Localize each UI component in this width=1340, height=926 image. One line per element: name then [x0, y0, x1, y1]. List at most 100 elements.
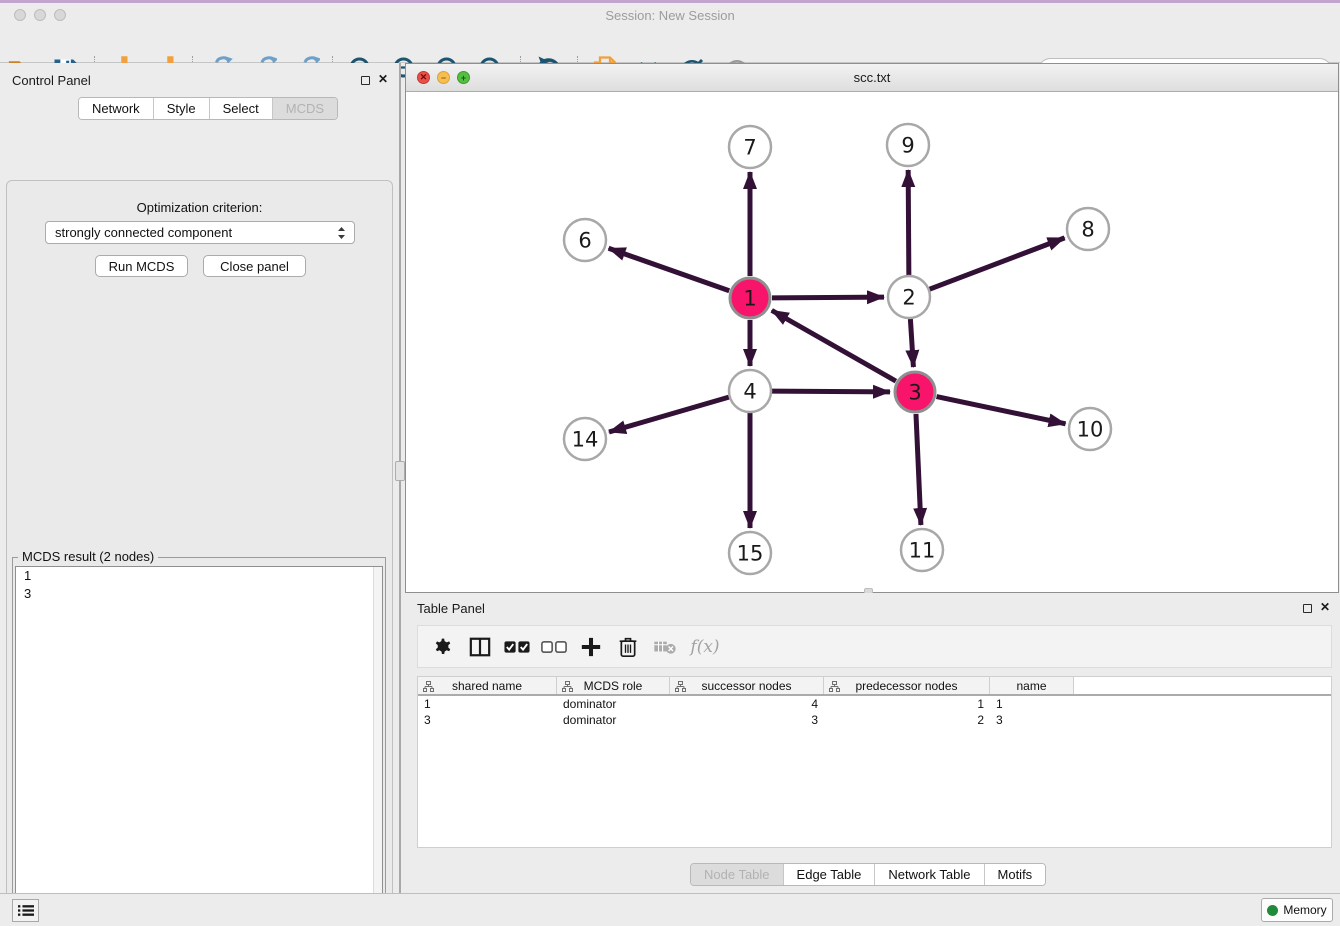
network-canvas[interactable]: 7 9 6 8 1 2 4 3 14 10 15 11	[406, 92, 1338, 592]
graph-node-2[interactable]: 2	[888, 276, 930, 318]
table-tab-motifs[interactable]: Motifs	[985, 864, 1046, 885]
svg-text:1: 1	[743, 287, 756, 311]
table-cell[interactable]: 3	[990, 712, 1074, 728]
float-panel-icon[interactable]	[358, 73, 372, 87]
graph-node-6[interactable]: 6	[564, 219, 606, 261]
svg-text:7: 7	[743, 136, 756, 160]
graph-edge-2-8[interactable]	[930, 238, 1065, 289]
close-table-panel-icon[interactable]: ✕	[1318, 600, 1332, 614]
table-cell[interactable]: 4	[670, 696, 824, 712]
svg-text:14: 14	[572, 428, 599, 452]
svg-text:11: 11	[909, 539, 936, 563]
control-panel: Control Panel ✕ NetworkStyleSelectMCDS O…	[0, 63, 399, 893]
svg-text:4: 4	[743, 380, 756, 404]
graph-node-3[interactable]: 3	[895, 372, 935, 412]
graph-node-9[interactable]: 9	[887, 124, 929, 166]
control-panel-tabs: NetworkStyleSelectMCDS	[78, 97, 338, 120]
svg-text:2: 2	[902, 286, 915, 310]
deselect-all-columns-icon[interactable]	[535, 630, 572, 664]
table-cell[interactable]: dominator	[557, 696, 670, 712]
close-panel-button[interactable]: Close panel	[203, 255, 306, 277]
table-cell[interactable]: 3	[670, 712, 824, 728]
column-header-successor-nodes[interactable]: successor nodes	[670, 677, 824, 694]
graph-edge-3-1[interactable]	[772, 310, 896, 381]
table-panel-title: Table Panel	[417, 601, 485, 616]
table-settings-icon[interactable]	[424, 630, 461, 664]
mcds-result-title: MCDS result (2 nodes)	[18, 549, 158, 564]
main-toolbar	[0, 26, 1340, 63]
graph-node-8[interactable]: 8	[1067, 208, 1109, 250]
equation-builder-icon: f(x)	[683, 630, 727, 664]
run-mcds-button[interactable]: Run MCDS	[95, 255, 188, 277]
node-table[interactable]: shared nameMCDS rolesuccessor nodesprede…	[417, 676, 1332, 848]
graph-node-14[interactable]: 14	[564, 418, 606, 460]
graph-node-10[interactable]: 10	[1069, 408, 1111, 450]
svg-text:3: 3	[908, 381, 921, 405]
select-all-columns-icon[interactable]	[498, 630, 535, 664]
delete-column-icon[interactable]	[609, 630, 646, 664]
graph-node-1[interactable]: 1	[730, 278, 770, 318]
graph-edge-1-2[interactable]	[772, 297, 884, 298]
table-cell[interactable]: 1	[824, 696, 990, 712]
task-history-button[interactable]	[12, 899, 39, 922]
table-cell[interactable]: 2	[824, 712, 990, 728]
graph-edge-4-14[interactable]	[609, 397, 729, 432]
table-cell[interactable]: dominator	[557, 712, 670, 728]
table-row[interactable]: 3dominator323	[418, 712, 1331, 728]
mcds-result-group: MCDS result (2 nodes) 13	[12, 557, 386, 926]
column-header-predecessor-nodes[interactable]: predecessor nodes	[824, 677, 990, 694]
control-panel-title: Control Panel	[12, 73, 91, 88]
table-tab-node-table[interactable]: Node Table	[691, 864, 784, 885]
window-title: Session: New Session	[0, 8, 1340, 23]
mcds-result-list[interactable]: 13	[15, 566, 383, 926]
criterion-dropdown[interactable]: strongly connected component	[45, 221, 355, 244]
titlebar: Session: New Session	[0, 3, 1340, 26]
table-tab-edge-table[interactable]: Edge Table	[784, 864, 876, 885]
column-header-name[interactable]: name	[990, 677, 1074, 694]
network-view-window: ✕ − + scc.txt 7 9 6 8 1 2 4 3 14 10 15 11	[405, 63, 1339, 593]
tab-network[interactable]: Network	[79, 98, 154, 119]
criterion-value: strongly connected component	[55, 225, 232, 240]
float-table-panel-icon[interactable]	[1300, 601, 1314, 615]
tab-style[interactable]: Style	[154, 98, 210, 119]
table-cell[interactable]: 3	[418, 712, 557, 728]
splitter-grip[interactable]	[395, 461, 405, 481]
close-panel-icon[interactable]: ✕	[376, 72, 390, 86]
tab-mcds[interactable]: MCDS	[273, 98, 337, 119]
table-cell[interactable]: 1	[990, 696, 1074, 712]
network-view-title: scc.txt	[406, 70, 1338, 85]
status-bar: Memory	[0, 893, 1340, 926]
table-row[interactable]: 1dominator411	[418, 696, 1331, 712]
table-cell[interactable]: 1	[418, 696, 557, 712]
graph-node-11[interactable]: 11	[901, 529, 943, 571]
graph-edge-2-3[interactable]	[910, 319, 913, 367]
graph-edge-3-11[interactable]	[916, 414, 921, 525]
delete-table-icon	[646, 630, 683, 664]
graph-edge-2-9[interactable]	[908, 170, 909, 275]
svg-text:10: 10	[1077, 418, 1104, 442]
column-header-shared-name[interactable]: shared name	[418, 677, 557, 694]
graph-node-15[interactable]: 15	[729, 532, 771, 574]
graph-edge-4-3[interactable]	[772, 391, 890, 392]
network-window-titlebar[interactable]: ✕ − + scc.txt	[406, 64, 1338, 92]
column-header-MCDS-role[interactable]: MCDS role	[557, 677, 670, 694]
add-column-icon[interactable]	[572, 630, 609, 664]
graph-edge-3-10[interactable]	[937, 397, 1066, 424]
application-window: Session: New Session	[0, 0, 1340, 926]
svg-text:9: 9	[901, 134, 914, 158]
table-panel: Table Panel ✕ f(x)	[405, 593, 1340, 893]
chevron-updown-icon	[336, 225, 347, 241]
graph-node-4[interactable]: 4	[729, 370, 771, 412]
result-item[interactable]: 3	[16, 585, 382, 603]
svg-text:8: 8	[1081, 218, 1094, 242]
result-item[interactable]: 1	[16, 567, 382, 585]
graph-edge-1-6[interactable]	[609, 248, 730, 290]
memory-button[interactable]: Memory	[1261, 898, 1333, 922]
table-toolbar: f(x)	[417, 625, 1332, 668]
table-tab-network-table[interactable]: Network Table	[875, 864, 984, 885]
tab-select[interactable]: Select	[210, 98, 273, 119]
result-scrollbar[interactable]	[373, 567, 382, 926]
list-icon	[18, 904, 34, 917]
graph-node-7[interactable]: 7	[729, 126, 771, 168]
split-columns-icon[interactable]	[461, 630, 498, 664]
